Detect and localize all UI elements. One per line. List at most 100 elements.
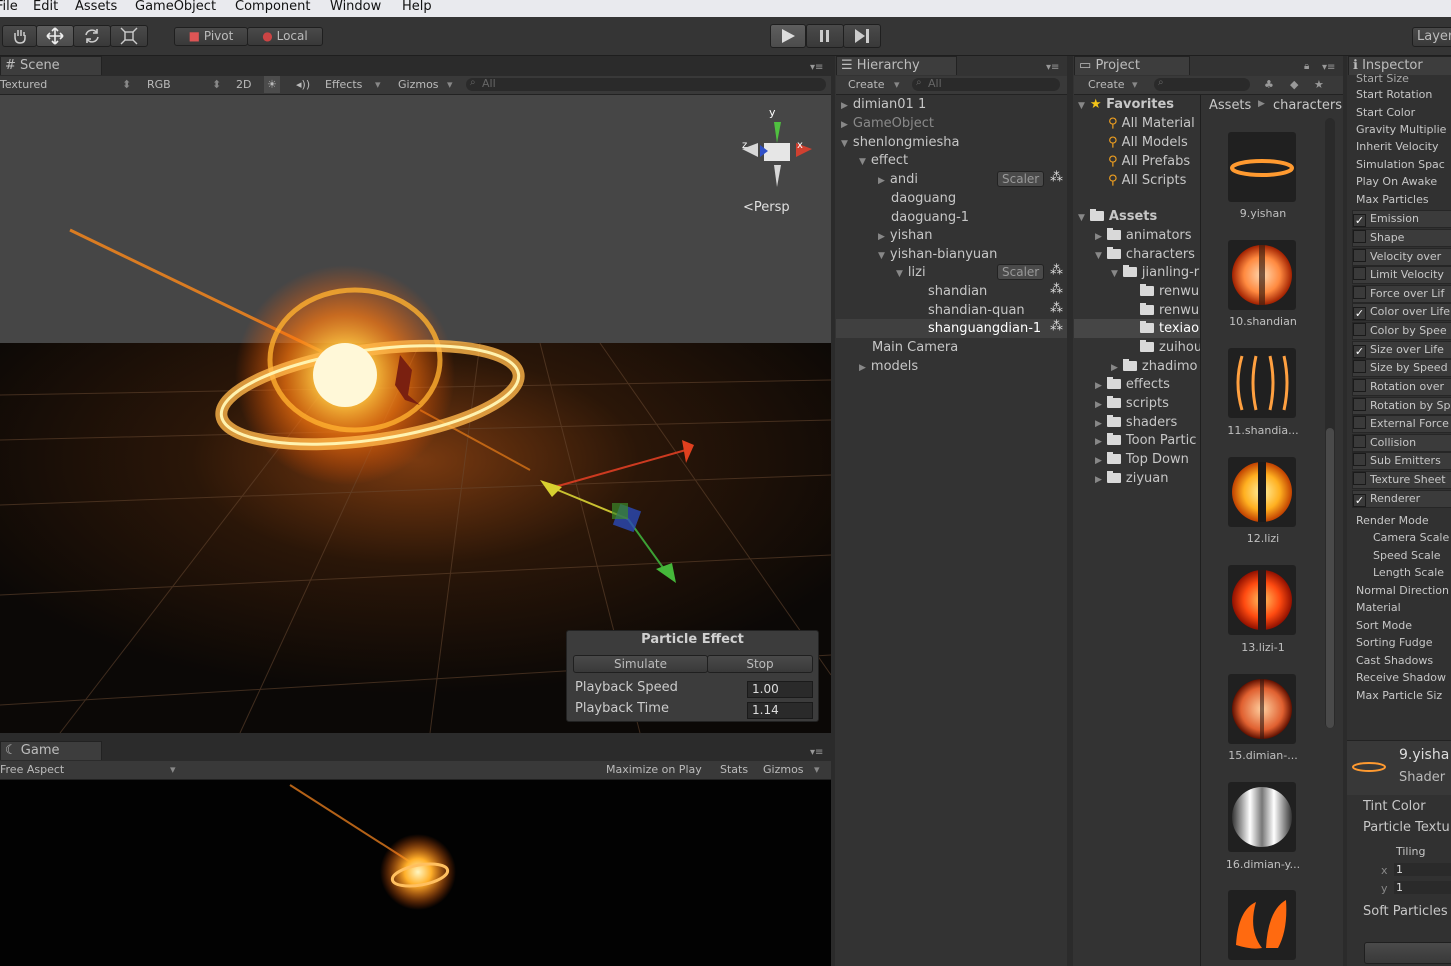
expand-arrow-icon[interactable]: ▶ [1095,381,1102,391]
scale-tool-button[interactable] [110,25,148,47]
tiling-x-field[interactable]: 1 [1394,863,1451,876]
expand-arrow-icon[interactable]: ▶ [859,363,866,373]
checkbox[interactable] [1353,230,1366,243]
collapse-arrow-icon[interactable]: ▼ [841,139,848,149]
breadcrumb-characters[interactable]: characters [1273,98,1342,113]
checkbox[interactable] [1353,379,1366,392]
folder-item[interactable]: ▶ scripts [1095,396,1169,411]
checkbox-checked[interactable]: ✓ [1353,494,1366,507]
hierarchy-item[interactable]: Main Camera [872,340,958,355]
projection-toggle[interactable]: <Persp [743,200,790,215]
play-button[interactable] [770,24,806,48]
module-force-over-lifetime[interactable]: Force over Lif [1352,285,1451,303]
menu-assets[interactable]: Assets [75,0,117,14]
module-rotation-over-lifetime[interactable]: Rotation over [1352,378,1451,396]
move-tool-button[interactable] [36,25,74,47]
expand-arrow-icon[interactable]: ▶ [841,120,848,130]
hierarchy-item[interactable]: ▶ GameObject [841,116,934,131]
scrollbar-thumb[interactable] [1326,428,1334,728]
folder-item[interactable]: ▼ jianling-r [1111,265,1200,280]
collapse-arrow-icon[interactable]: ▼ [859,157,866,167]
folder-item[interactable]: ▶ animators [1095,228,1192,243]
tab-project[interactable]: ▭ Project [1074,56,1190,75]
folder-item[interactable]: renwu [1140,284,1200,299]
shading-mode-dropdown[interactable]: Textured [0,78,47,91]
folder-item[interactable]: renwu [1140,303,1200,318]
favorites-header[interactable]: ▼ ★ Favorites [1078,97,1174,112]
hierarchy-item[interactable]: ▼ lizi [896,265,926,280]
audio-toggle-icon[interactable]: ◂)) [296,78,310,91]
checkbox-checked[interactable]: ✓ [1353,345,1366,358]
checkbox-checked[interactable]: ✓ [1353,214,1366,227]
maximize-on-play-toggle[interactable]: Maximize on Play [606,763,702,776]
folder-item[interactable]: ▶ effects [1095,377,1170,392]
collapse-arrow-icon[interactable]: ▼ [1078,213,1085,223]
folder-item[interactable]: zuihou [1140,340,1200,355]
hand-tool-button[interactable] [2,25,37,47]
menu-window[interactable]: Window [330,0,381,14]
module-shape[interactable]: Shape [1352,229,1451,247]
favorite-item[interactable]: ⚲ All Prefabs [1108,154,1190,169]
hierarchy-item[interactable]: ▶ andi [878,172,918,187]
checkbox[interactable] [1353,360,1366,373]
lock-icon[interactable]: 🔒︎ [1304,61,1309,72]
breadcrumb-assets[interactable]: Assets [1209,98,1251,113]
checkbox[interactable] [1353,286,1366,299]
asset-thumbnail[interactable] [1228,782,1296,852]
folder-item[interactable]: ▶ Toon Partic [1095,433,1200,448]
project-menu-icon[interactable]: ▾≡ [1322,62,1335,73]
module-rotation-by-speed[interactable]: Rotation by Sp [1352,397,1451,415]
asset-thumbnail[interactable] [1228,890,1296,960]
tiling-y-field[interactable]: 1 [1394,881,1451,894]
collapse-arrow-icon[interactable]: ▼ [1095,251,1102,261]
layers-dropdown[interactable]: Layer [1412,27,1451,47]
hierarchy-item[interactable]: ▼ shenlongmiesha [841,135,959,150]
module-renderer[interactable]: ✓ Renderer [1352,490,1451,508]
module-texture-sheet[interactable]: Texture Sheet [1352,471,1451,489]
hierarchy-item[interactable]: ▶ dimian01 1 [841,97,926,112]
expand-arrow-icon[interactable]: ▶ [1095,232,1102,242]
filter-label-icon[interactable]: ◆ [1290,78,1298,91]
checkbox[interactable] [1353,453,1366,466]
favorite-item[interactable]: ⚲ All Scripts [1108,173,1186,188]
game-gizmos-dropdown[interactable]: Gizmos [763,763,804,776]
scene-viewport[interactable]: y x z <Persp Particle Effect Simulate St… [0,95,831,733]
checkbox-checked[interactable]: ✓ [1353,307,1366,320]
tab-hierarchy[interactable]: ☰ Hierarchy [836,56,957,75]
favorite-star-icon[interactable]: ★ [1314,78,1324,91]
gizmos-dropdown[interactable]: Gizmos [398,78,439,91]
project-scrollbar[interactable] [1325,118,1335,728]
collapse-arrow-icon[interactable]: ▼ [1111,269,1118,279]
module-size-over-lifetime[interactable]: ✓ Size over Life [1352,341,1451,359]
asset-thumbnail[interactable] [1228,565,1296,635]
checkbox[interactable] [1353,472,1366,485]
step-button[interactable] [843,24,881,48]
playback-time-field[interactable]: 1.14 [747,702,813,719]
stop-button[interactable]: Stop [707,655,813,673]
collapse-arrow-icon[interactable]: ▼ [878,251,885,261]
asset-thumbnail[interactable] [1228,132,1296,202]
project-search-input[interactable]: ⌕ [1154,77,1250,91]
scene-menu-icon[interactable]: ▾≡ [810,62,823,73]
collapse-arrow-icon[interactable]: ▼ [1078,101,1085,111]
expand-arrow-icon[interactable]: ▶ [1095,400,1102,410]
favorite-item[interactable]: ⚲ All Models [1108,135,1188,150]
checkbox[interactable] [1353,323,1366,336]
game-menu-icon[interactable]: ▾≡ [810,747,823,758]
filter-type-icon[interactable]: ♣ [1264,78,1274,91]
favorite-item[interactable]: ⚲ All Material [1108,116,1195,131]
tab-scene[interactable]: # Scene [0,56,102,75]
asset-thumbnail[interactable] [1228,348,1296,418]
checkbox[interactable] [1353,398,1366,411]
pause-button[interactable] [806,24,844,48]
module-velocity-over-lifetime[interactable]: Velocity over [1352,248,1451,266]
lighting-toggle-icon[interactable]: ☀ [264,76,280,93]
hierarchy-item[interactable]: shandian-quan [928,303,1025,318]
stats-toggle[interactable]: Stats [720,763,748,776]
folder-item[interactable]: ▶ Top Down [1095,452,1189,467]
asset-thumbnail[interactable] [1228,457,1296,527]
folder-item[interactable]: ▶ zhadimo [1111,359,1200,374]
hierarchy-item[interactable]: ▶ yishan [878,228,932,243]
module-limit-velocity[interactable]: Limit Velocity [1352,266,1451,284]
expand-arrow-icon[interactable]: ▶ [878,232,885,242]
